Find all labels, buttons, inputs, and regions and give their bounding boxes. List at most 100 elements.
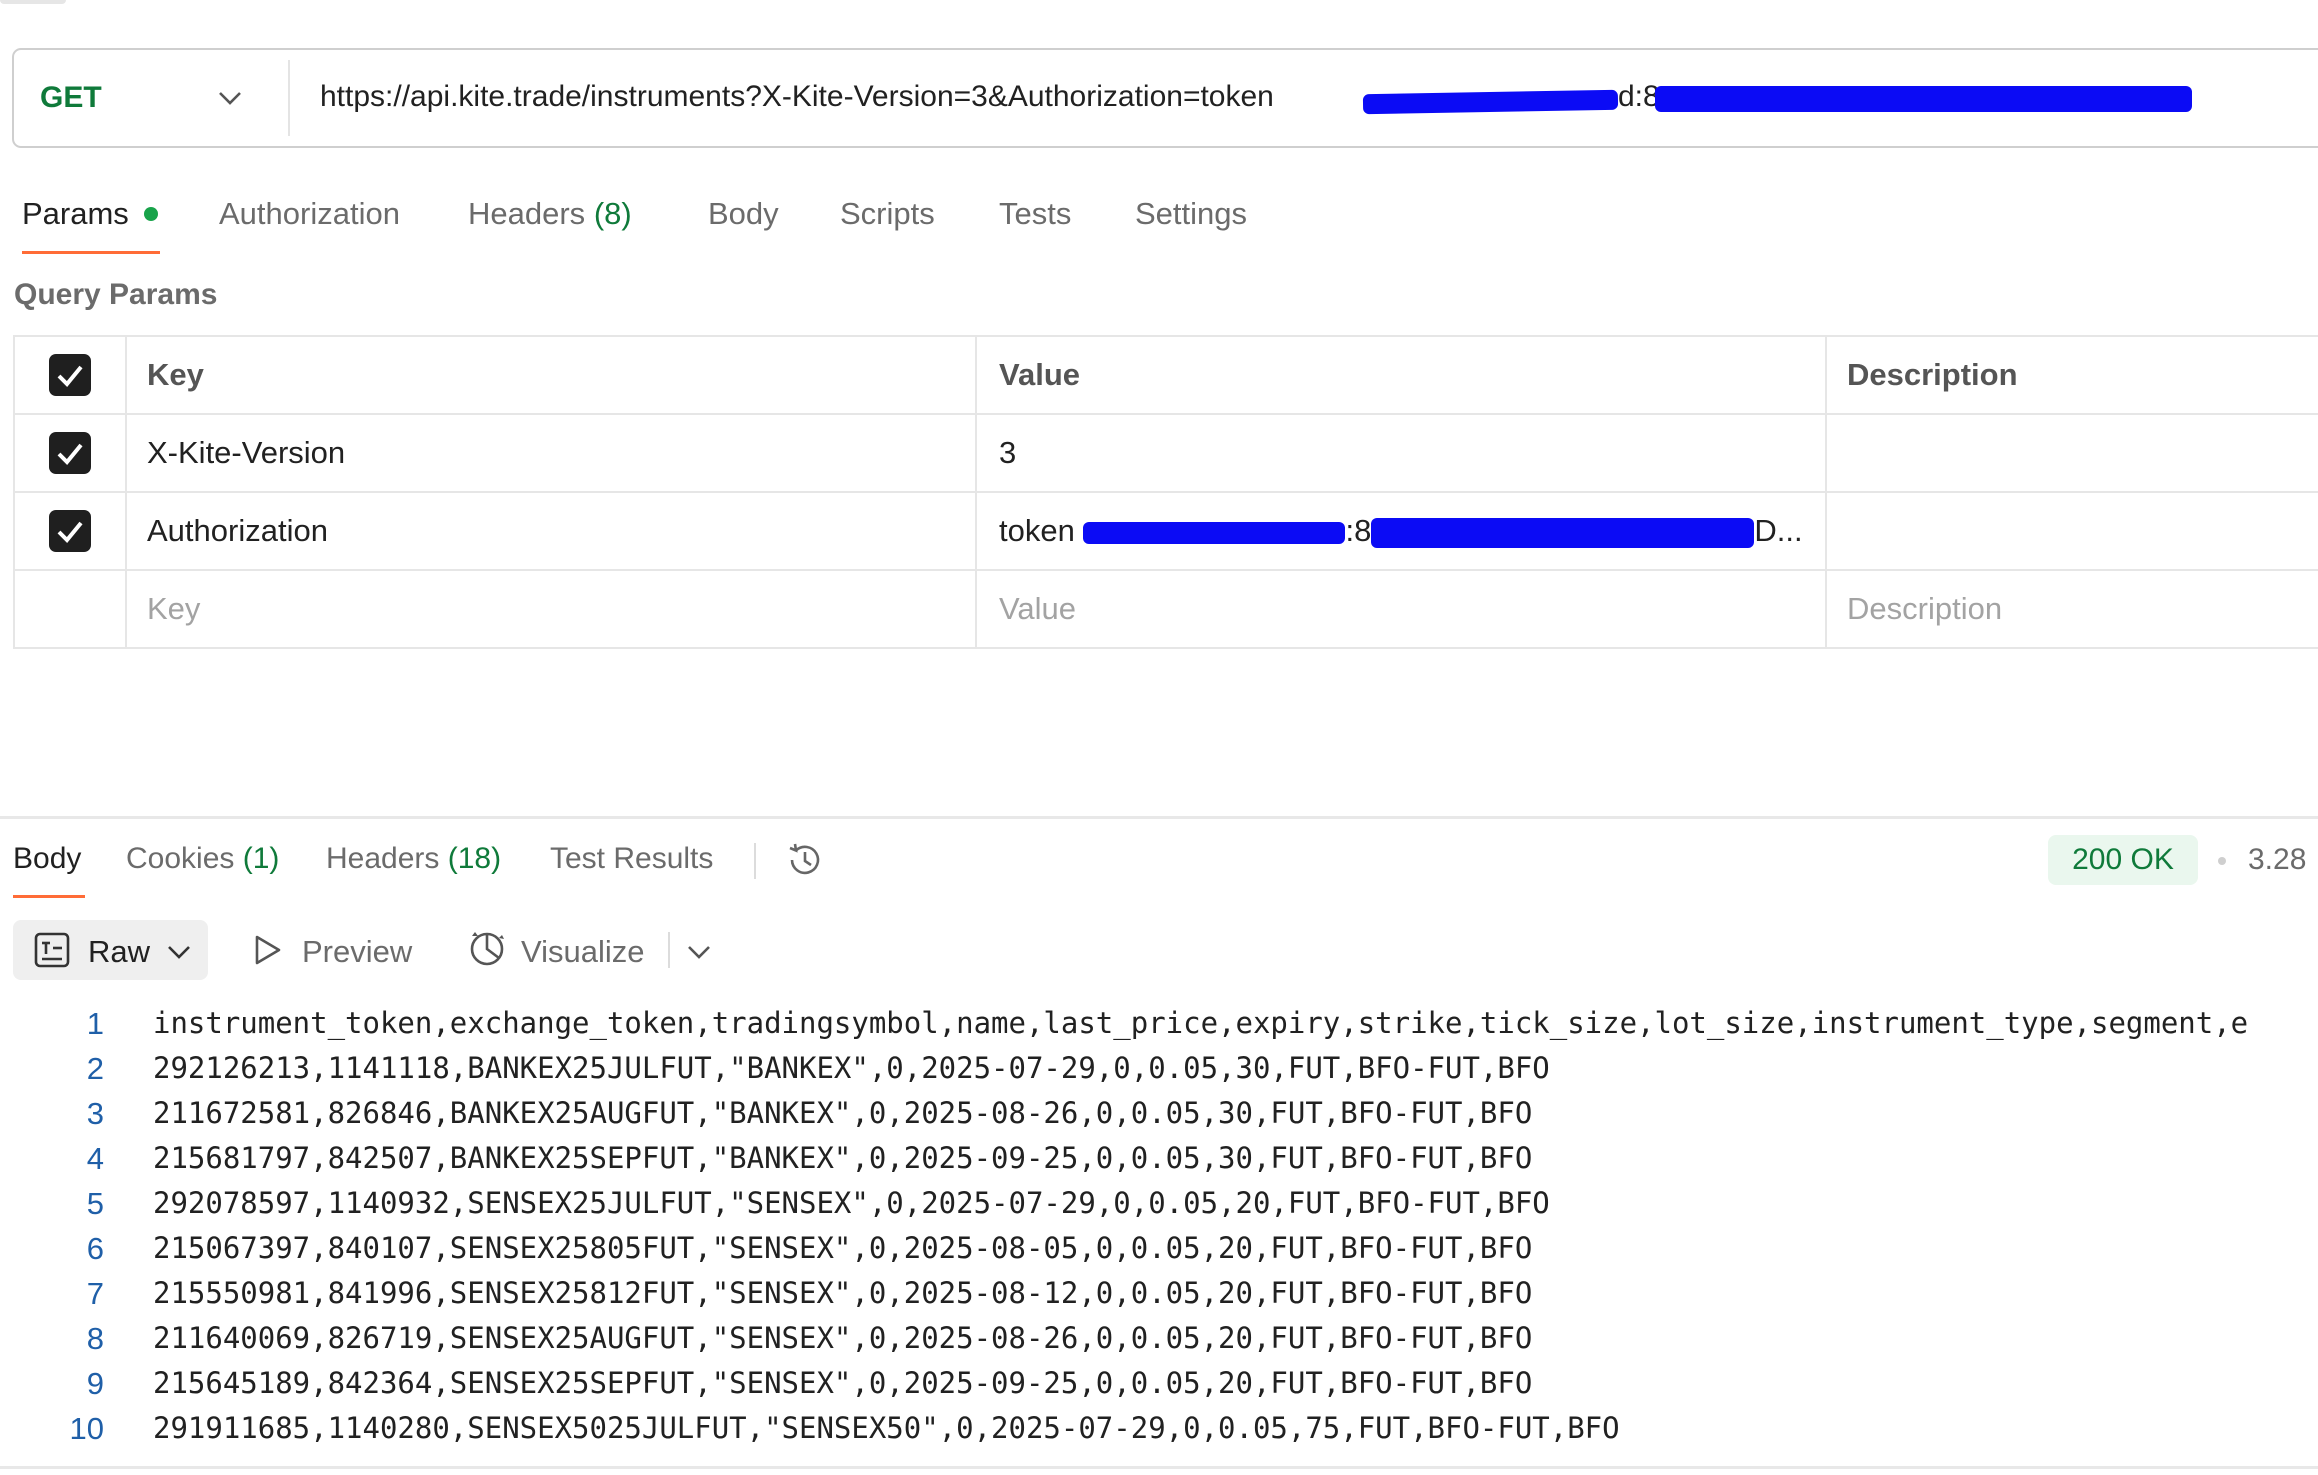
- param-description[interactable]: [1825, 491, 2318, 571]
- code-line: 9 215645189,842364,SENSEX25SEPFUT,"SENSEX…: [0, 1360, 2318, 1405]
- status-badge[interactable]: 200 OK: [2048, 835, 2198, 885]
- table-header-row: Key Value Description: [13, 335, 2318, 415]
- url-input[interactable]: https://api.kite.trade/instruments?X-Kit…: [320, 80, 1274, 114]
- param-description[interactable]: [1825, 413, 2318, 493]
- redaction-mark: [1371, 517, 1755, 548]
- tab-label: Body: [13, 842, 82, 875]
- line-number: 1: [86, 1006, 104, 1041]
- tab-label: Params: [22, 196, 129, 231]
- param-key[interactable]: Authorization: [125, 491, 977, 571]
- tab-label: Scripts: [840, 196, 935, 231]
- code-text: 215067397,840107,SENSEX25805FUT,"SENSEX"…: [153, 1231, 1533, 1265]
- redaction-mark: [1083, 521, 1346, 544]
- param-value[interactable]: token :8 D...: [975, 491, 1827, 571]
- code-line: 7 215550981,841996,SENSEX25812FUT,"SENSEX…: [0, 1270, 2318, 1315]
- tab-label: Body: [708, 196, 779, 231]
- response-body-editor[interactable]: 1 instrument_token,exchange_token,trading…: [0, 1000, 2318, 1450]
- tab-label: Headers: [468, 196, 586, 231]
- redaction-mark: [1655, 86, 2192, 112]
- code-text: 291911685,1140280,SENSEX5025JULFUT,"SENS…: [153, 1411, 1620, 1445]
- table-row: Authorization token :8 D...: [13, 491, 2318, 571]
- line-number: 4: [86, 1141, 104, 1176]
- response-tab-cookies[interactable]: Cookies (1): [126, 842, 279, 876]
- active-tab-underline: [13, 895, 85, 898]
- tab-settings[interactable]: Settings: [1135, 196, 1247, 232]
- response-time[interactable]: 3.28: [2248, 843, 2306, 877]
- param-value[interactable]: 3: [975, 413, 1827, 493]
- line-number: 8: [86, 1321, 104, 1356]
- table-row-empty: Key Value Description: [13, 569, 2318, 649]
- tab-authorization[interactable]: Authorization: [219, 196, 400, 232]
- checkbox-checked-icon[interactable]: [49, 432, 91, 474]
- checkbox-checked-icon[interactable]: [49, 354, 91, 396]
- visualize-button[interactable]: Visualize: [521, 934, 645, 970]
- code-line: 1 instrument_token,exchange_token,trading…: [0, 1000, 2318, 1045]
- history-icon[interactable]: [784, 840, 824, 880]
- top-toolbar-stub: [0, 0, 66, 4]
- code-text: 215681797,842507,BANKEX25SEPFUT,"BANKEX"…: [153, 1141, 1533, 1175]
- param-value-suffix: D...: [1754, 513, 1803, 548]
- code-line: 4 215681797,842507,BANKEX25SEPFUT,"BANKEX…: [0, 1135, 2318, 1180]
- query-params-table: Key Value Description X-Kite-Version 3 A…: [13, 335, 2318, 649]
- toolbar-separator: [754, 843, 756, 879]
- line-number: 6: [86, 1231, 104, 1266]
- line-number: 7: [86, 1276, 104, 1311]
- code-text: 215550981,841996,SENSEX25812FUT,"SENSEX"…: [153, 1276, 1533, 1310]
- new-value-input[interactable]: Value: [975, 569, 1827, 649]
- response-tab-test-results[interactable]: Test Results: [550, 842, 713, 876]
- chevron-down-icon[interactable]: [216, 84, 244, 112]
- method-selector[interactable]: GET: [40, 81, 102, 115]
- response-tab-body[interactable]: Body: [13, 842, 81, 876]
- new-description-input[interactable]: Description: [1825, 569, 2318, 649]
- raw-label: Raw: [88, 934, 151, 969]
- line-number: 9: [86, 1366, 104, 1401]
- code-text: 215645189,842364,SENSEX25SEPFUT,"SENSEX"…: [153, 1366, 1533, 1400]
- chevron-down-icon[interactable]: [685, 938, 713, 966]
- code-line: 6 215067397,840107,SENSEX25805FUT,"SENSEX…: [0, 1225, 2318, 1270]
- active-tab-underline: [22, 251, 160, 254]
- tab-count: (1): [242, 842, 280, 875]
- tab-label: Tests: [999, 196, 1072, 231]
- checkbox-checked-icon[interactable]: [49, 510, 91, 552]
- code-text: 292126213,1141118,BANKEX25JULFUT,"BANKEX…: [153, 1051, 1550, 1085]
- line-number: 2: [86, 1051, 104, 1086]
- tab-tests[interactable]: Tests: [999, 196, 1071, 232]
- tab-count: (8): [593, 196, 632, 231]
- url-visible-text: https://api.kite.trade/instruments?X-Kit…: [320, 80, 1274, 113]
- chevron-down-icon[interactable]: [165, 938, 193, 966]
- new-key-input[interactable]: Key: [125, 569, 977, 649]
- preview-button[interactable]: Preview: [302, 934, 412, 970]
- response-tab-headers[interactable]: Headers (18): [326, 842, 501, 876]
- code-line: 5 292078597,1140932,SENSEX25JULFUT,"SENSE…: [0, 1180, 2318, 1225]
- tab-body[interactable]: Body: [708, 196, 779, 232]
- meta-separator-dot: [2218, 857, 2226, 865]
- url-divider: [288, 60, 290, 136]
- tab-headers[interactable]: Headers (8): [468, 196, 632, 232]
- tab-label: Headers: [326, 842, 440, 875]
- footer-divider: [0, 1466, 2318, 1469]
- tab-scripts[interactable]: Scripts: [840, 196, 935, 232]
- column-header-description: Description: [1825, 335, 2318, 415]
- code-line: 10 291911685,1140280,SENSEX5025JULFUT,"SE…: [0, 1405, 2318, 1450]
- tab-params[interactable]: Params: [22, 196, 129, 232]
- raw-format-icon: [34, 932, 70, 968]
- tab-count: (18): [447, 842, 502, 875]
- tab-label: Test Results: [550, 842, 714, 875]
- column-header-key: Key: [125, 335, 977, 415]
- toolbar-separator: [668, 932, 670, 968]
- tab-label: Cookies: [126, 842, 235, 875]
- line-number: 5: [86, 1186, 104, 1221]
- line-number: 10: [69, 1411, 104, 1446]
- pane-divider[interactable]: [0, 816, 2318, 819]
- param-value-prefix: token: [999, 513, 1075, 548]
- param-key[interactable]: X-Kite-Version: [125, 413, 977, 493]
- line-number: 3: [86, 1096, 104, 1131]
- param-value-fragment: :8: [1345, 513, 1372, 548]
- code-text: 292078597,1140932,SENSEX25JULFUT,"SENSEX…: [153, 1186, 1550, 1220]
- code-text: instrument_token,exchange_token,tradings…: [153, 1006, 2249, 1040]
- column-header-value: Value: [975, 335, 1827, 415]
- tab-label: Settings: [1135, 196, 1248, 231]
- play-icon[interactable]: [252, 934, 282, 966]
- tab-label: Authorization: [219, 196, 400, 231]
- visualize-icon[interactable]: [466, 928, 508, 970]
